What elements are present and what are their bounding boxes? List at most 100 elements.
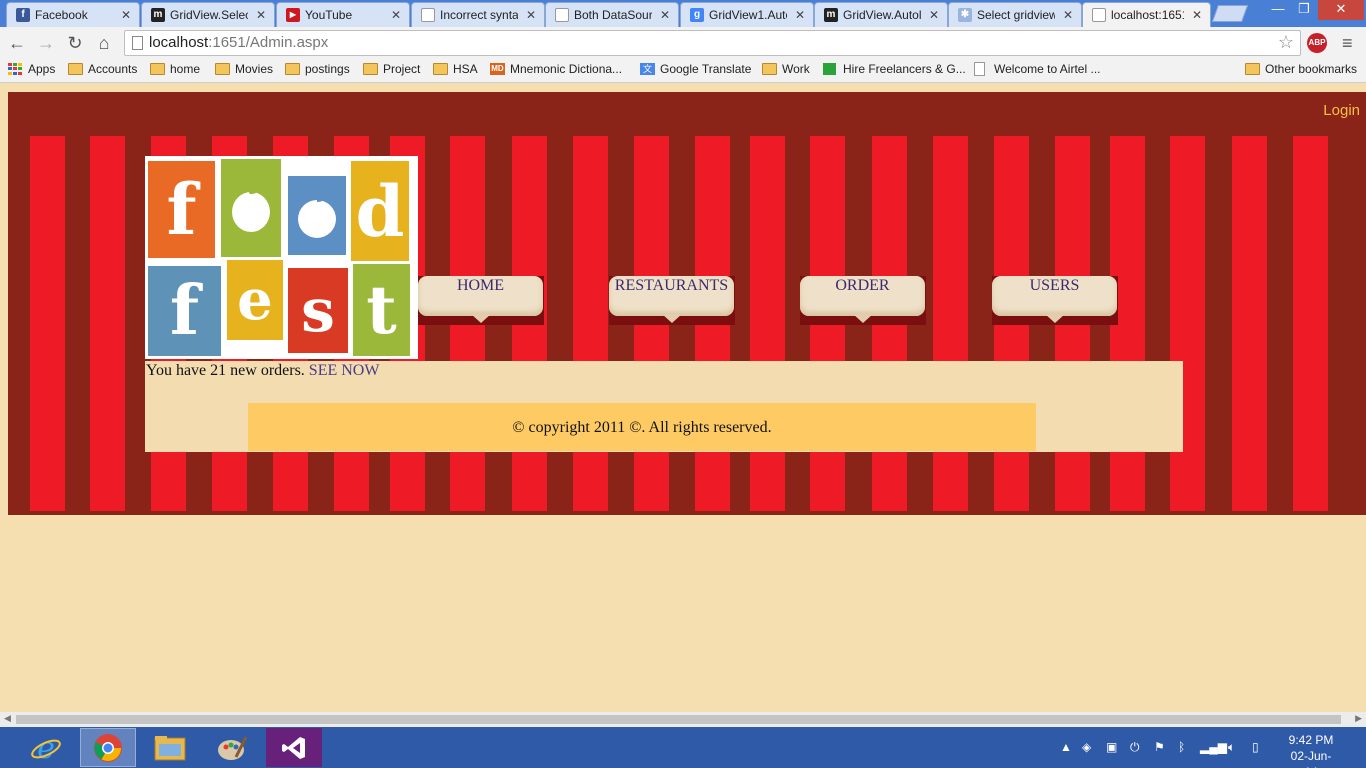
logo-letter: e [227,260,283,340]
security-icon[interactable]: ▣ [1106,740,1117,754]
volume-icon[interactable]: 🔈︎ [1228,740,1235,755]
foodfest-logo[interactable]: f d f e s t [145,156,418,359]
system-clock[interactable]: 9:42 PM 02-Jun-14 [1284,732,1338,768]
tab-gridview-select[interactable]: m GridView.Select ✕ [141,2,275,27]
orders-notice: You have 21 new orders. SEE NOW [146,362,379,380]
close-window-icon[interactable]: ✕ [1318,0,1364,20]
tab-title: Incorrect synta [440,8,518,22]
close-icon[interactable]: ✕ [1063,8,1073,22]
visual-studio-icon[interactable] [266,728,322,767]
tab-select-gridview[interactable]: ✱ Select gridview ✕ [948,2,1082,27]
reload-icon[interactable]: ↻ [64,32,86,54]
bookmark-apps[interactable]: Apps [8,62,55,76]
page-viewport: Login f d f e s t HOME RESTAURANTS ORDER… [0,84,1366,712]
close-icon[interactable]: ✕ [526,8,536,22]
minimize-icon[interactable]: — [1266,0,1290,20]
bookmark-postings[interactable]: postings [285,62,350,76]
stripe [573,136,608,511]
tab-incorrect-syntax[interactable]: Incorrect synta ✕ [411,2,545,27]
bookmark-hsa[interactable]: HSA [433,62,478,76]
see-now-link[interactable]: SEE NOW [309,362,380,379]
horizontal-scrollbar[interactable]: ◀ ▶ [0,712,1366,727]
nav-label: USERS [992,276,1117,316]
tab-youtube[interactable]: ▶ YouTube ✕ [276,2,410,27]
close-icon[interactable]: ✕ [929,8,939,22]
url-text[interactable]: localhost:1651/Admin.aspx [149,34,328,51]
power-icon[interactable]: ⏻ [1130,740,1140,755]
bookmark-label: Other bookmarks [1265,62,1358,76]
bookmark-google-translate[interactable]: 文 Google Translate [640,62,751,76]
restore-icon[interactable]: ❐ [1292,0,1316,20]
tab-both-datasource[interactable]: Both DataSour ✕ [545,2,679,27]
scrollbar-thumb[interactable] [16,715,1341,724]
folder-icon [68,63,83,75]
bookmark-work[interactable]: Work [762,62,810,76]
page-icon [421,8,435,22]
close-icon[interactable]: ✕ [121,8,131,22]
login-link[interactable]: Login [1323,102,1360,119]
signal-icon[interactable]: ▂▄▆ [1200,740,1227,754]
tab-gridview-autol[interactable]: m GridView.Autol ✕ [814,2,948,27]
folder-icon [1245,63,1260,75]
bluetooth-icon[interactable]: ᛒ [1178,740,1185,754]
nav-restaurants[interactable]: RESTAURANTS [609,276,735,325]
bookmark-label: Work [782,62,810,76]
back-icon[interactable]: ← [6,32,28,54]
show-hidden-icons[interactable]: ▲ [1060,740,1072,754]
bookmark-freelancer[interactable]: Hire Freelancers & G... [823,62,966,76]
tab-localhost[interactable]: localhost:1651/ ✕ [1082,2,1211,27]
stripe [90,136,125,511]
bookmark-project[interactable]: Project [363,62,420,76]
nav-order[interactable]: ORDER [800,276,926,325]
nav-label: RESTAURANTS [609,276,734,316]
scroll-right-icon[interactable]: ▶ [1355,713,1362,724]
tab-gridview1-auto[interactable]: g GridView1.Auto ✕ [680,2,814,27]
bookmark-star-icon[interactable]: ☆ [1278,32,1294,53]
close-icon[interactable]: ✕ [1192,8,1202,22]
bookmark-label: Project [383,62,421,76]
folder-icon [762,63,777,75]
nav-home[interactable]: HOME [418,276,544,325]
close-icon[interactable]: ✕ [795,8,805,22]
tab-facebook[interactable]: f Facebook ✕ [6,2,140,27]
paint-icon[interactable] [204,728,260,767]
facebook-icon: f [16,8,30,22]
action-center-flag-icon[interactable]: ⚑ [1154,740,1165,754]
clock-time: 9:42 PM [1288,733,1334,747]
stripe [933,136,968,511]
bookmark-label: Google Translate [660,62,752,76]
adblock-icon[interactable]: ABP [1307,33,1327,53]
close-icon[interactable]: ✕ [256,8,266,22]
svg-text:e: e [37,732,55,764]
home-icon[interactable]: ⌂ [93,32,115,54]
nav-users[interactable]: USERS [992,276,1118,325]
close-icon[interactable]: ✕ [391,8,401,22]
address-bar[interactable]: localhost:1651/Admin.aspx ☆ [124,30,1301,56]
bookmark-label: Welcome to Airtel ... [994,62,1101,76]
bookmark-mnemonic[interactable]: MD Mnemonic Dictiona... [490,62,622,76]
network-sync-icon[interactable]: ◈ [1082,740,1091,754]
bookmark-airtel[interactable]: Welcome to Airtel ... [974,62,1100,76]
tab-title: GridView.Select [170,8,248,22]
bubble-tail [471,314,491,323]
page-icon [555,8,569,22]
chrome-icon[interactable] [80,728,136,767]
bookmark-accounts[interactable]: Accounts [68,62,137,76]
forward-icon[interactable]: → [35,32,57,54]
copyright-text: © copyright 2011 ©. All rights reserved. [512,419,772,436]
apps-icon [8,63,22,75]
translate-icon: 文 [640,63,655,75]
ie-icon[interactable]: e [18,728,74,767]
battery-icon[interactable]: ▯ [1252,740,1259,754]
bookmark-label: postings [305,62,350,76]
bookmark-movies[interactable]: Movies [215,62,273,76]
new-tab-button[interactable] [1211,5,1249,22]
bookmark-home[interactable]: home [150,62,200,76]
scroll-left-icon[interactable]: ◀ [4,713,11,724]
close-icon[interactable]: ✕ [660,8,670,22]
tab-title: YouTube [305,8,353,22]
explorer-icon[interactable] [142,728,198,767]
menu-icon[interactable]: ≡ [1342,33,1353,54]
bookmark-other[interactable]: Other bookmarks [1245,62,1357,76]
folder-icon [363,63,378,75]
